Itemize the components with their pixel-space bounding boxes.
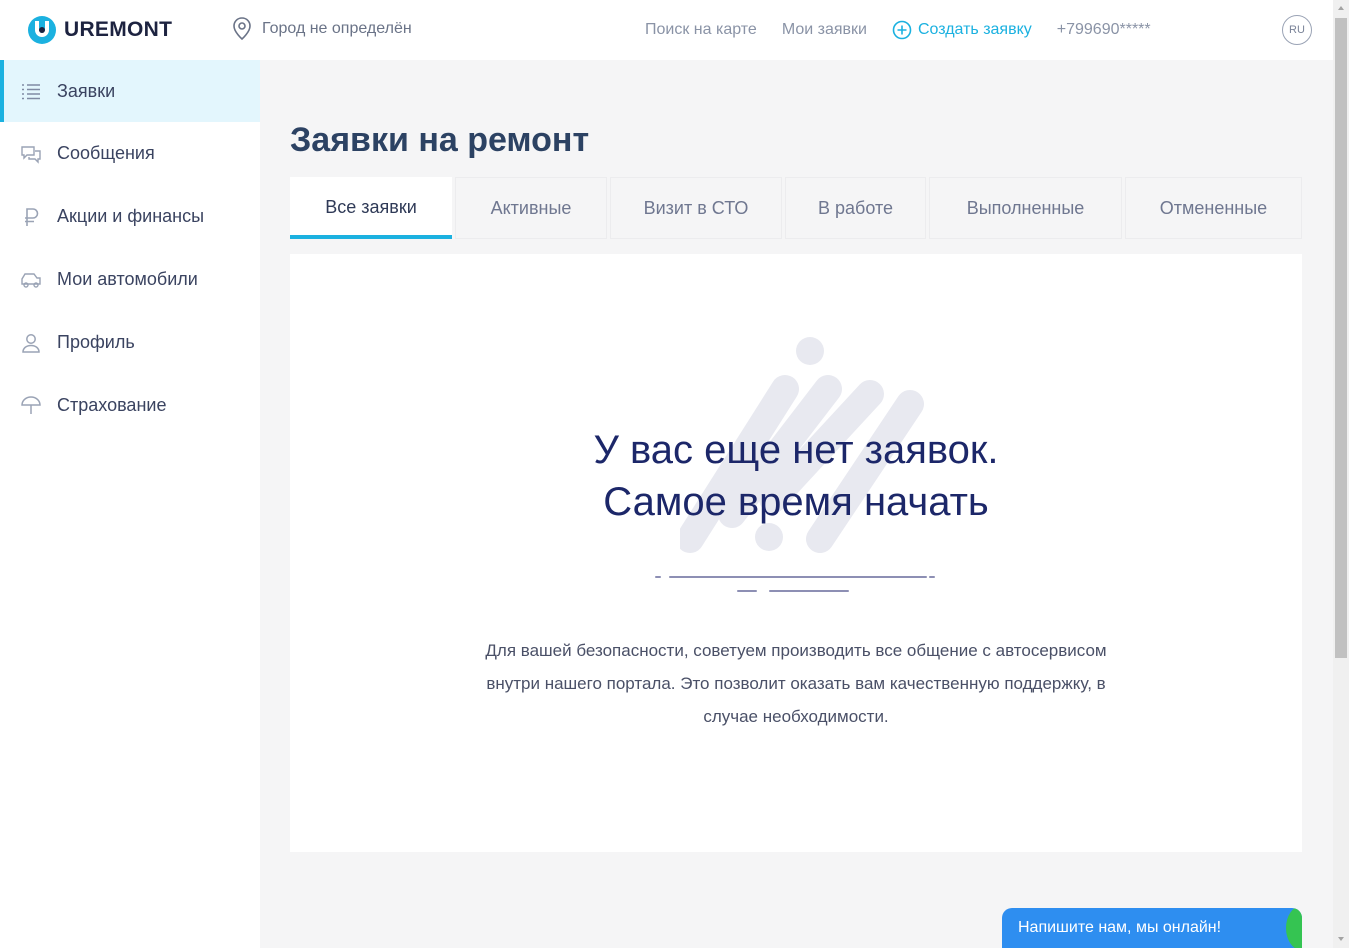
- tab-active[interactable]: Активные: [455, 177, 607, 239]
- security-note: Для вашей безопасности, советуем произво…: [485, 641, 1107, 726]
- ruble-icon: [20, 206, 42, 228]
- empty-state-title: У вас еще нет заявок. Самое время начать: [290, 424, 1302, 528]
- location-pin-icon: [233, 17, 251, 41]
- chat-label: Напишите нам, мы онлайн!: [1018, 919, 1222, 936]
- city-label: Город не определён: [262, 20, 412, 37]
- car-icon: [20, 269, 42, 291]
- sidebar-item-label: Страхование: [57, 395, 167, 415]
- plus-circle-icon: [892, 20, 912, 40]
- create-request-label: Создать заявку: [917, 21, 1032, 38]
- tab-completed[interactable]: Выполненные: [929, 177, 1122, 239]
- requests-panel: У вас еще нет заявок. Самое время начать…: [290, 254, 1302, 852]
- sidebar-item-finance[interactable]: Акции и финансы: [0, 185, 260, 248]
- empty-state-line-1: У вас еще нет заявок.: [593, 428, 999, 472]
- sidebar-item-profile[interactable]: Профиль: [0, 311, 260, 374]
- user-icon: [20, 332, 42, 354]
- tab-all[interactable]: Все заявки: [290, 177, 452, 239]
- chat-bubbles-icon: [20, 143, 42, 165]
- top-header: UREMONT Город не определён Поиск на карт…: [0, 0, 1333, 60]
- scroll-up-arrow-icon[interactable]: [1336, 3, 1346, 13]
- page-title: Заявки на ремонт: [290, 121, 590, 159]
- top-nav: Поиск на карте Мои заявки Создать заявку…: [645, 20, 1151, 40]
- scrollbar-thumb[interactable]: [1335, 18, 1347, 658]
- sidebar-item-requests[interactable]: Заявки: [0, 60, 260, 122]
- sidebar-item-label: Акции и финансы: [57, 206, 205, 226]
- online-status-indicator: [1286, 908, 1302, 948]
- tab-in-progress[interactable]: В работе: [785, 177, 926, 239]
- sidebar-item-cars[interactable]: Мои автомобили: [0, 248, 260, 311]
- user-phone[interactable]: +799690*****: [1057, 21, 1151, 39]
- sidebar-item-messages[interactable]: Сообщения: [0, 122, 260, 185]
- online-chat-button[interactable]: Напишите нам, мы онлайн!: [1002, 908, 1302, 948]
- tab-cancelled[interactable]: Отмененные: [1125, 177, 1302, 239]
- empty-state-line-2: Самое время начать: [603, 480, 989, 524]
- logo[interactable]: UREMONT: [26, 14, 172, 46]
- sidebar: Заявки Сообщения Акции и финансы Мои авт…: [0, 60, 260, 948]
- sidebar-item-insurance[interactable]: Страхование: [0, 374, 260, 437]
- city-selector[interactable]: Город не определён: [232, 17, 412, 41]
- logo-icon: [28, 16, 56, 44]
- language-switcher[interactable]: RU: [1282, 15, 1312, 45]
- sidebar-item-label: Мои автомобили: [57, 269, 198, 289]
- umbrella-icon: [20, 395, 42, 417]
- sidebar-item-label: Заявки: [57, 80, 116, 101]
- sidebar-item-label: Сообщения: [57, 143, 155, 163]
- scroll-down-arrow-icon[interactable]: [1336, 934, 1346, 944]
- list-icon: [20, 80, 42, 102]
- brand-name: UREMONT: [64, 18, 173, 41]
- create-request-button[interactable]: Создать заявку: [892, 20, 1032, 40]
- sidebar-item-label: Профиль: [57, 332, 135, 352]
- nav-map-search[interactable]: Поиск на карте: [645, 21, 757, 39]
- decorative-lines: [655, 576, 935, 592]
- nav-my-requests[interactable]: Мои заявки: [782, 21, 867, 39]
- request-tabs: Все заявки Активные Визит в СТО В работе…: [290, 177, 1302, 239]
- tab-visit[interactable]: Визит в СТО: [610, 177, 782, 239]
